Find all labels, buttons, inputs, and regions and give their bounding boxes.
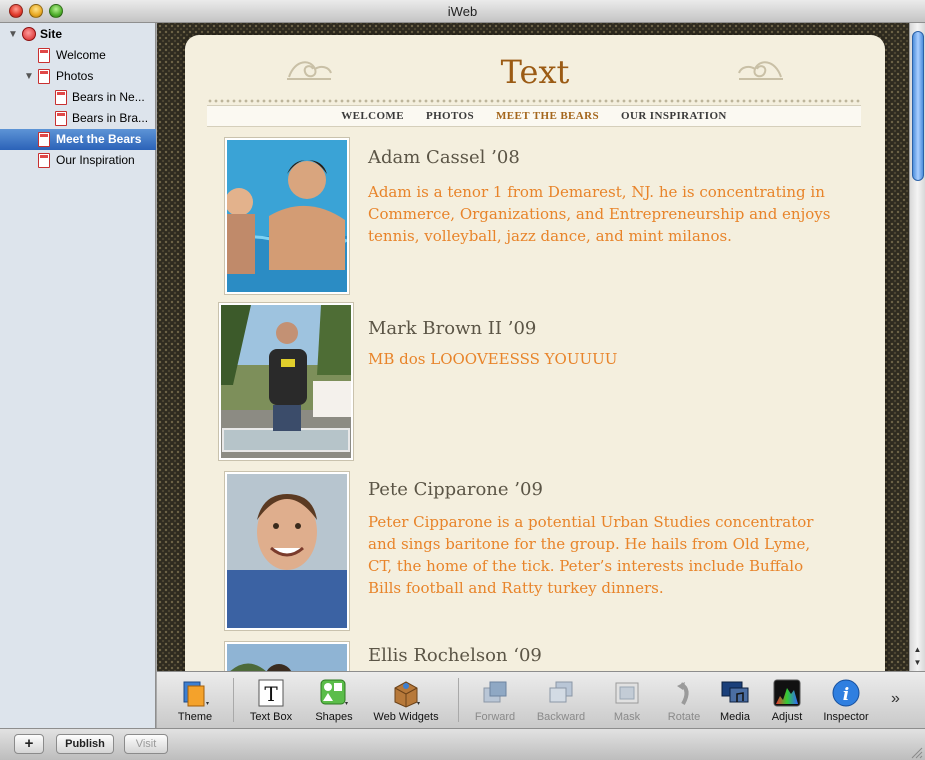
add-page-button[interactable]: + — [14, 734, 44, 754]
page-title[interactable]: Text — [185, 53, 885, 91]
sidebar-item-label: Photos — [56, 69, 94, 83]
text-box-icon: T — [258, 679, 284, 707]
photos-page-icon — [38, 69, 50, 84]
page-icon — [55, 90, 67, 105]
page-canvas[interactable]: Text WELCOME PHOTOS MEET THE BEARS OUR I… — [157, 23, 909, 671]
sidebar-item-meet-the-bears[interactable]: Meet the Bears — [0, 129, 156, 150]
member-description[interactable]: MB dos LOOOVEESSS YOUUUU — [368, 348, 838, 370]
minimize-button[interactable] — [29, 4, 43, 18]
iweb-window: iWeb ▼ Site Welcome ▼ Photos Bears in Ne… — [0, 0, 925, 760]
disclosure-triangle-icon[interactable]: ▼ — [24, 66, 34, 87]
toolbar-label: Forward — [474, 711, 516, 723]
nav-our-inspiration[interactable]: OUR INSPIRATION — [621, 106, 727, 126]
visit-button[interactable]: Visit — [124, 734, 168, 754]
toolbar-label: Backward — [536, 711, 586, 723]
scroll-thumb[interactable] — [912, 31, 924, 181]
nav-photos[interactable]: PHOTOS — [426, 106, 474, 126]
web-widgets-button[interactable]: Web Widgets — [369, 676, 443, 723]
toolbar-label: Mask — [613, 711, 641, 723]
adjust-icon — [773, 679, 801, 707]
member-description[interactable]: Adam is a tenor 1 from Demarest, NJ. he … — [368, 181, 838, 247]
shapes-icon — [320, 679, 348, 705]
member-name[interactable]: Pete Cipparone ’09 — [368, 479, 543, 500]
close-button[interactable] — [9, 4, 23, 18]
theme-button[interactable]: Theme — [165, 676, 225, 723]
sidebar-item-label: Our Inspiration — [56, 153, 135, 167]
disclosure-triangle-icon[interactable]: ▼ — [8, 24, 18, 45]
toolbar-separator — [458, 678, 459, 722]
site-navigation: WELCOME PHOTOS MEET THE BEARS OUR INSPIR… — [207, 105, 861, 127]
media-icon — [721, 681, 749, 703]
rotate-icon — [677, 682, 689, 705]
backward-button[interactable]: Backward — [531, 676, 591, 723]
theme-icon — [183, 681, 209, 707]
sidebar-item-label: Bears in Ne... — [72, 90, 145, 104]
sidebar-item-bears-in-bra[interactable]: Bears in Bra... — [0, 108, 156, 129]
sidebar-item-label: Site — [40, 27, 63, 41]
resize-grip-icon[interactable] — [909, 745, 923, 759]
toolbar-label: Media — [720, 711, 750, 723]
toolbar-label: Text Box — [249, 711, 293, 723]
sidebar-item-label: Welcome — [56, 48, 106, 62]
bottom-bar: + Publish Visit — [0, 728, 925, 760]
inspector-icon: i — [832, 679, 860, 707]
text-box-button[interactable]: T Text Box — [241, 676, 301, 723]
sidebar-item-welcome[interactable]: Welcome — [0, 45, 156, 66]
toolbar-label: Web Widgets — [373, 711, 439, 723]
backward-icon — [549, 681, 573, 703]
sidebar-item-our-inspiration[interactable]: Our Inspiration — [0, 150, 156, 171]
member-photo[interactable] — [224, 471, 350, 631]
toolbar-label: Adjust — [771, 711, 803, 723]
page-icon — [38, 48, 50, 63]
media-button[interactable]: Media — [705, 676, 765, 723]
toolbar-label: Theme — [177, 711, 213, 723]
shapes-button[interactable]: Shapes — [304, 676, 364, 723]
sidebar-item-site[interactable]: ▼ Site — [0, 24, 156, 45]
nav-welcome[interactable]: WELCOME — [341, 106, 404, 126]
member-photo[interactable] — [224, 641, 350, 671]
toolbar-label: Shapes — [315, 711, 353, 723]
site-icon — [22, 27, 36, 41]
member-description[interactable]: Peter Cipparone is a potential Urban Stu… — [368, 511, 838, 599]
page-icon — [38, 132, 50, 147]
member-name[interactable]: Adam Cassel ’08 — [368, 147, 520, 168]
inspector-button[interactable]: i Inspector — [816, 676, 876, 723]
nav-meet-the-bears[interactable]: MEET THE BEARS — [496, 106, 599, 126]
toolbar-label: Inspector — [823, 711, 869, 723]
toolbar-overflow-icon[interactable]: » — [891, 690, 900, 708]
mask-icon — [615, 682, 639, 704]
window-title: iWeb — [447, 4, 478, 19]
sidebar-item-photos[interactable]: ▼ Photos — [0, 66, 156, 87]
toolbar-separator — [233, 678, 234, 722]
title-bar: iWeb — [0, 0, 925, 23]
web-widgets-icon — [394, 681, 420, 708]
member-photo[interactable] — [218, 302, 354, 461]
main-toolbar: Theme T Text Box Shapes Web Widgets Forw… — [157, 671, 925, 728]
page-icon — [38, 153, 50, 168]
zoom-button[interactable] — [49, 4, 63, 18]
page-icon — [55, 111, 67, 126]
mask-button[interactable]: Mask — [597, 676, 657, 723]
svg-text:T: T — [264, 682, 278, 706]
nav-divider — [207, 98, 861, 104]
vertical-scrollbar[interactable]: ▲ ▼ — [909, 23, 925, 671]
sidebar-item-label: Bears in Bra... — [72, 111, 149, 125]
adjust-button[interactable]: Adjust — [757, 676, 817, 723]
scroll-up-arrow-icon[interactable]: ▲ — [910, 643, 925, 656]
svg-text:i: i — [843, 685, 849, 705]
member-name[interactable]: Ellis Rochelson ‘09 — [368, 645, 542, 666]
web-page[interactable]: Text WELCOME PHOTOS MEET THE BEARS OUR I… — [185, 35, 885, 671]
member-name[interactable]: Mark Brown II ’09 — [368, 318, 536, 339]
sidebar-item-bears-in-ne[interactable]: Bears in Ne... — [0, 87, 156, 108]
member-photo[interactable] — [224, 137, 350, 295]
sidebar-item-label: Meet the Bears — [56, 132, 142, 146]
publish-button[interactable]: Publish — [56, 734, 114, 754]
toolbar-label: Rotate — [667, 711, 701, 723]
forward-icon — [483, 681, 507, 703]
scroll-down-arrow-icon[interactable]: ▼ — [910, 656, 925, 669]
site-sidebar: ▼ Site Welcome ▼ Photos Bears in Ne... B… — [0, 23, 156, 728]
forward-button[interactable]: Forward — [465, 676, 525, 723]
